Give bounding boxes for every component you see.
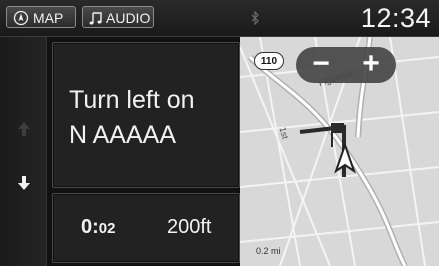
navigation-screen: MAP AUDIO 12:34 110 1st 0.2 mi − + Turn …	[0, 0, 439, 266]
map-button-label: MAP	[33, 10, 64, 26]
eta-prefix: 0:	[81, 216, 99, 238]
compass-icon	[13, 10, 29, 26]
eta: 0:02	[81, 216, 115, 239]
turn-instruction-line2: N AAAAA	[69, 121, 176, 149]
left-rail	[0, 37, 47, 266]
eta-value: 02	[98, 220, 116, 237]
turn-instruction-card[interactable]: Turn left on N AAAAA	[52, 42, 240, 188]
zoom-in-button[interactable]: +	[346, 47, 396, 83]
status-bar: MAP AUDIO 12:34	[0, 0, 439, 37]
zoom-controls: − +	[296, 47, 396, 83]
trip-info-card[interactable]: 0:02 200ft	[52, 193, 240, 263]
bluetooth-icon	[251, 11, 259, 25]
clock: 12:34	[360, 3, 431, 33]
arrow-down-icon[interactable]	[17, 175, 31, 191]
map-button[interactable]: MAP	[6, 6, 76, 28]
distance-to-turn: 200ft	[167, 216, 212, 238]
route-shield: 110	[254, 52, 284, 70]
arrow-up-icon[interactable]	[17, 121, 31, 137]
audio-button-label: AUDIO	[106, 10, 151, 26]
music-note-icon	[89, 12, 102, 25]
turn-instruction-line1: Turn left on	[69, 86, 195, 114]
audio-button[interactable]: AUDIO	[82, 6, 154, 28]
zoom-out-button[interactable]: −	[296, 47, 346, 83]
map-scale: 0.2 mi	[256, 246, 281, 256]
